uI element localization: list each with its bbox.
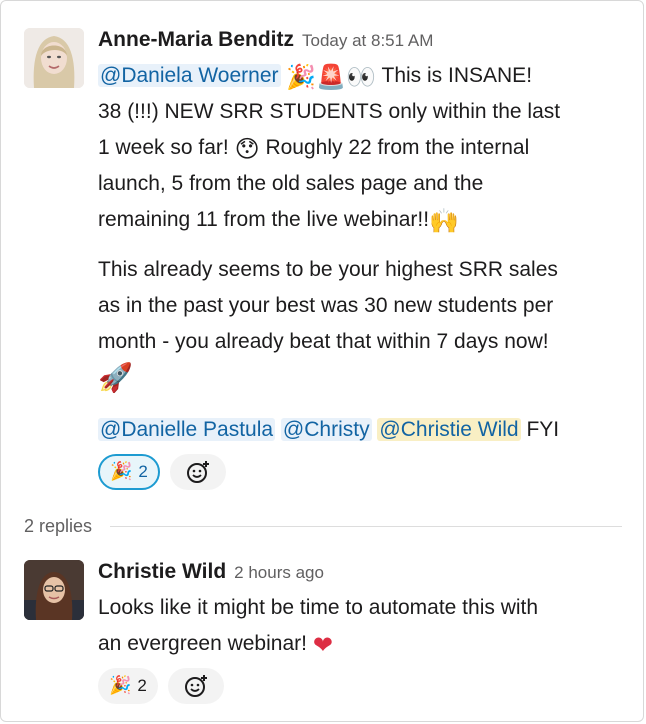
rocket-icon: 🚀 bbox=[98, 361, 133, 394]
add-reaction-button[interactable] bbox=[169, 454, 226, 490]
reaction-party-popper[interactable]: 🎉 2 bbox=[98, 668, 158, 704]
timestamp[interactable]: Today at 8:51 AM bbox=[302, 31, 433, 50]
mentions-line: @Danielle Pastula @Christy @Christie Wil… bbox=[98, 418, 560, 441]
timestamp[interactable]: 2 hours ago bbox=[234, 563, 324, 582]
raised-hands-icon: 🙌 bbox=[429, 207, 459, 235]
message-body: @Daniela Woerner 🎉🚨👀 This is INSANE! 38 … bbox=[98, 63, 561, 235]
add-reaction-icon bbox=[184, 675, 207, 697]
message-body-paragraph-2: This already seems to be your highest SR… bbox=[98, 258, 558, 394]
mention-christy[interactable]: @Christy bbox=[280, 418, 372, 441]
reaction-count: 2 bbox=[137, 676, 147, 695]
replies-count[interactable]: 2 replies bbox=[24, 516, 92, 537]
add-reaction-button[interactable] bbox=[167, 668, 224, 704]
party-popper-icon: 🎉 bbox=[109, 675, 132, 696]
mention-daniela[interactable]: @Daniela Woerner bbox=[98, 64, 281, 87]
party-popper-icon: 🎉 bbox=[110, 461, 133, 482]
divider-line bbox=[110, 526, 622, 527]
reactions-bar: 🎉 2 bbox=[98, 454, 226, 490]
message-body: Looks like it might be time to automate … bbox=[98, 596, 539, 659]
party-popper-icon: 🎉 bbox=[286, 63, 317, 91]
add-reaction-icon bbox=[186, 461, 209, 483]
mention-danielle[interactable]: @Danielle Pastula bbox=[98, 418, 276, 441]
reaction-party-popper[interactable]: 🎉 2 bbox=[98, 454, 160, 490]
avatar[interactable] bbox=[24, 28, 84, 88]
eyes-icon: 👀 bbox=[346, 63, 377, 91]
police-light-icon: 🚨 bbox=[316, 63, 347, 91]
red-heart-icon: ❤ bbox=[312, 631, 333, 659]
replies-divider: 2 replies bbox=[24, 516, 622, 537]
mention-christie[interactable]: @Christie Wild bbox=[377, 418, 521, 441]
hushed-face-icon: 😯 bbox=[234, 135, 260, 163]
reaction-count: 2 bbox=[138, 462, 148, 481]
reactions-bar: 🎉 2 bbox=[98, 668, 224, 704]
avatar[interactable] bbox=[24, 560, 84, 620]
sender-name[interactable]: Anne-Maria Benditz bbox=[98, 28, 294, 51]
sender-name[interactable]: Christie Wild bbox=[98, 560, 226, 583]
